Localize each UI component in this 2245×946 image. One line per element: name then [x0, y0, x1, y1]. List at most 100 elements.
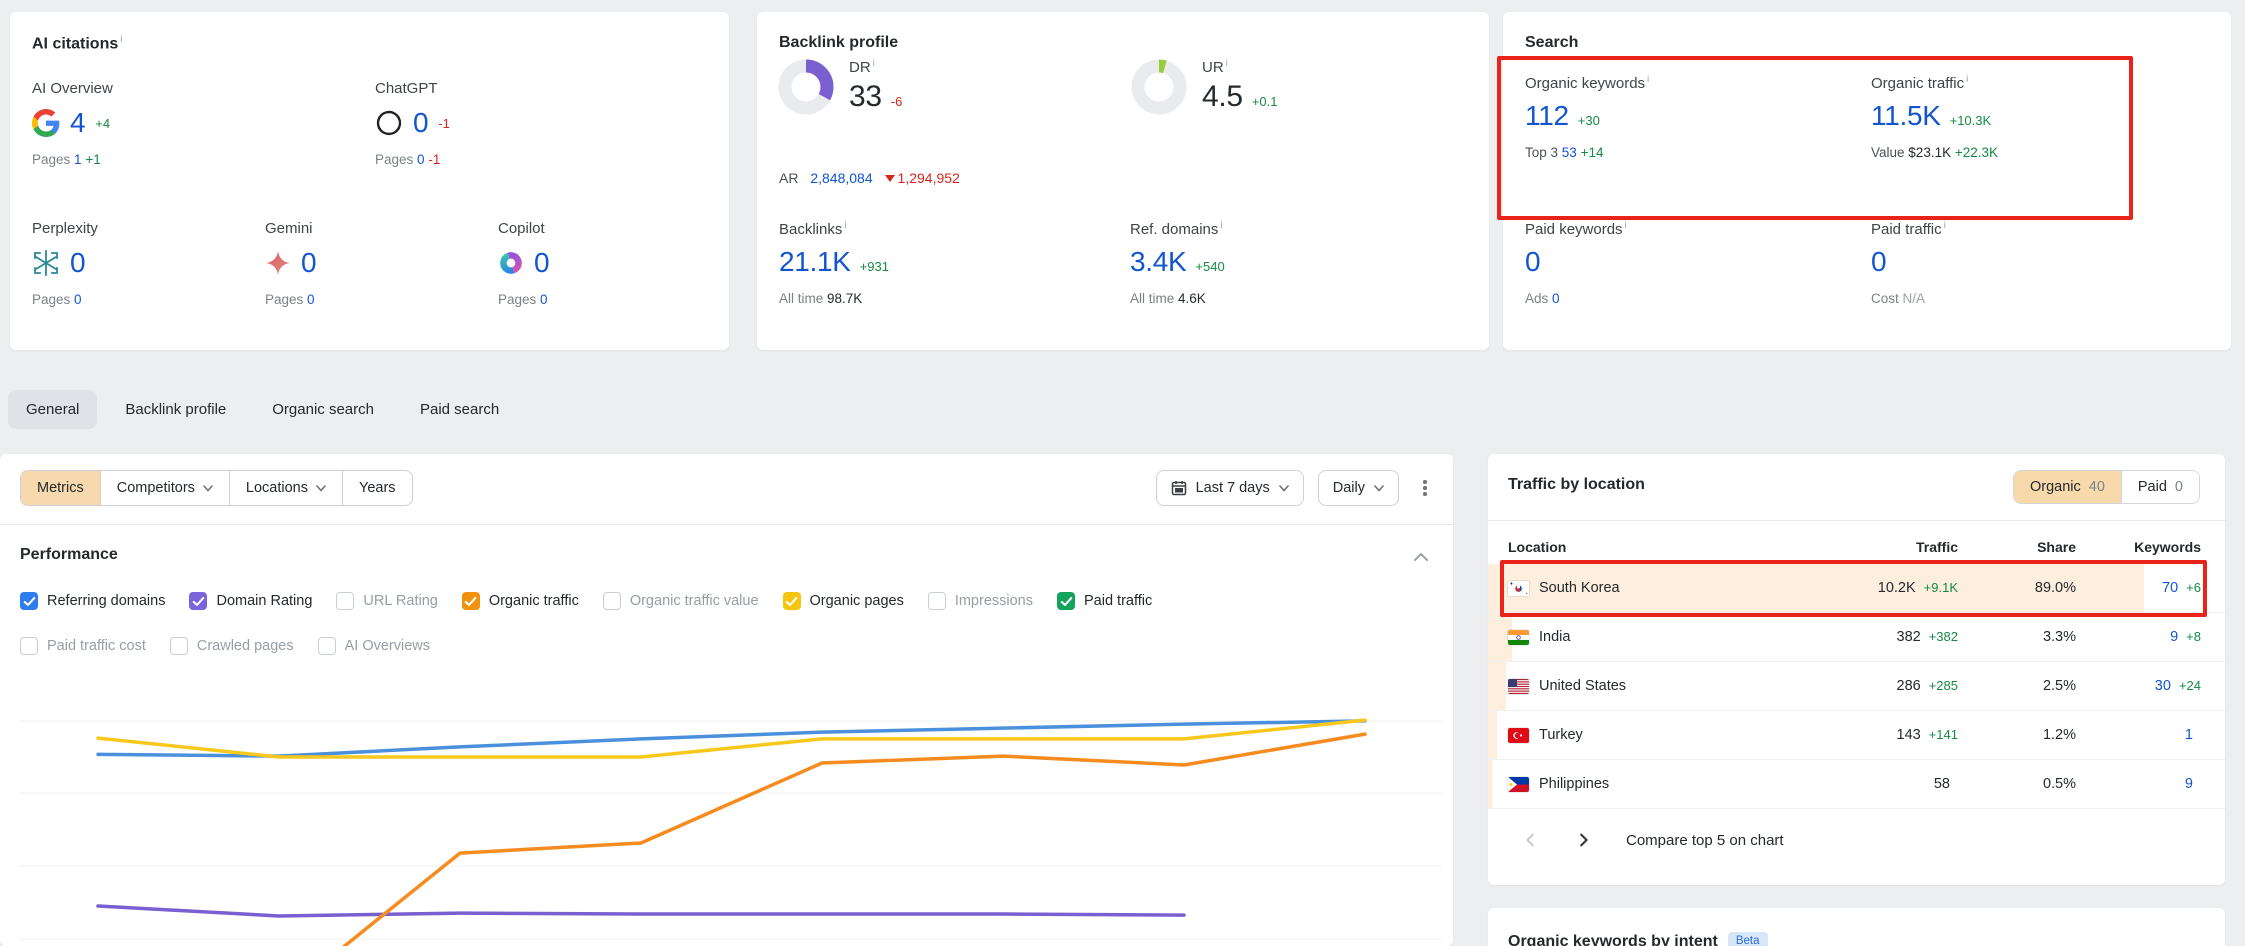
- table-row-south-korea[interactable]: South Korea 10.2K+9.1K 89.0% 70+6: [1488, 564, 2225, 613]
- chatgpt-pages: Pages 0 -1: [375, 152, 450, 167]
- checkbox-domain-rating[interactable]: Domain Rating: [189, 592, 312, 610]
- paid-keywords-block: Paid keywordsi 0 Ads 0: [1525, 220, 1627, 306]
- info-icon[interactable]: i: [844, 220, 846, 231]
- info-icon[interactable]: i: [1944, 220, 1946, 231]
- checkbox-impressions[interactable]: Impressions: [928, 592, 1033, 610]
- openai-icon: [375, 109, 403, 137]
- flag-india: [1508, 630, 1529, 645]
- info-icon[interactable]: i: [1647, 74, 1649, 85]
- column-share[interactable]: Share: [1958, 539, 2076, 555]
- perplexity-icon: [32, 249, 60, 277]
- checkbox-icon: [20, 637, 38, 655]
- dr-block: DRi 33 -6: [777, 58, 902, 116]
- filter-years[interactable]: Years: [342, 471, 412, 505]
- tab-general[interactable]: General: [8, 390, 97, 429]
- checkbox-referring-domains[interactable]: Referring domains: [20, 592, 165, 610]
- column-traffic[interactable]: Traffic: [1808, 539, 1958, 555]
- ai-overview-value: 4: [70, 107, 85, 139]
- prev-page-icon[interactable]: [1522, 831, 1540, 849]
- divider: [0, 524, 1453, 525]
- column-location[interactable]: Location: [1508, 539, 1808, 555]
- paid-keywords-value[interactable]: 0: [1525, 246, 1540, 278]
- filter-metrics[interactable]: Metrics: [21, 471, 100, 505]
- flag-turkey: [1508, 728, 1529, 743]
- backlinks-delta: +931: [860, 259, 889, 274]
- info-icon[interactable]: i: [120, 34, 122, 45]
- table-row-philippines[interactable]: Philippines 58 0.5% 9: [1488, 760, 2225, 809]
- ai-overview-pages: Pages 1 +1: [32, 152, 113, 167]
- search-title: Search: [1525, 34, 1578, 52]
- organic-traffic-block: Organic traffici 11.5K +10.3K Value $23.…: [1871, 74, 1998, 160]
- dr-gauge: [777, 58, 835, 116]
- filter-locations[interactable]: Locations: [229, 471, 342, 505]
- paid-traffic-value[interactable]: 0: [1871, 246, 1886, 278]
- ur-delta: +0.1: [1252, 94, 1278, 109]
- divider: [1488, 520, 2225, 521]
- checkbox-paid-traffic-cost[interactable]: Paid traffic cost: [20, 637, 146, 655]
- backlinks-value[interactable]: 21.1K: [779, 246, 851, 278]
- checkbox-organic-traffic[interactable]: Organic traffic: [462, 592, 579, 610]
- metric-checkbox-row-1: Referring domains Domain Rating URL Rati…: [20, 592, 1152, 610]
- organic-traffic-value[interactable]: 11.5K: [1871, 100, 1941, 132]
- backlinks-block: Backlinksi 21.1K +931 All time 98.7K: [779, 220, 889, 306]
- backlink-profile-title: Backlink profile: [779, 34, 898, 52]
- info-icon[interactable]: i: [1966, 74, 1968, 85]
- checkbox-icon: [462, 592, 480, 610]
- chevron-up-icon[interactable]: [1413, 552, 1429, 561]
- checkbox-icon: [928, 592, 946, 610]
- table-row-india[interactable]: India 382+382 3.3% 9+8: [1488, 613, 2225, 662]
- copilot-icon: [498, 250, 524, 276]
- checkbox-icon: [603, 592, 621, 610]
- filter-competitors[interactable]: Competitors: [100, 471, 229, 505]
- table-row-turkey[interactable]: Turkey 143+141 1.2% 1: [1488, 711, 2225, 760]
- ref-domains-value[interactable]: 3.4K: [1130, 246, 1186, 278]
- chevron-down-icon: [1279, 485, 1289, 492]
- ref-domains-delta: +540: [1195, 259, 1224, 274]
- copilot-value: 0: [534, 247, 549, 279]
- checkbox-organic-pages[interactable]: Organic pages: [783, 592, 904, 610]
- ai-item-perplexity: Perplexity 0 Pages 0: [32, 220, 98, 307]
- info-icon[interactable]: i: [873, 58, 875, 69]
- chevron-down-icon: [316, 485, 326, 492]
- checkbox-icon: [336, 592, 354, 610]
- report-tabs: General Backlink profile Organic search …: [8, 390, 517, 429]
- granularity-button[interactable]: Daily: [1318, 470, 1399, 506]
- flag-philippines: [1508, 777, 1529, 792]
- date-range-button[interactable]: Last 7 days: [1156, 470, 1304, 506]
- column-keywords[interactable]: Keywords: [2076, 539, 2201, 555]
- tab-backlink-profile[interactable]: Backlink profile: [107, 390, 244, 429]
- checkbox-crawled-pages[interactable]: Crawled pages: [170, 637, 294, 655]
- table-row-united-states[interactable]: United States 286+285 2.5% 30+24: [1488, 662, 2225, 711]
- ai-item-chatgpt: ChatGPT 0 -1 Pages 0: [375, 80, 450, 167]
- compare-top5-link[interactable]: Compare top 5 on chart: [1626, 832, 1784, 849]
- checkbox-url-rating[interactable]: URL Rating: [336, 592, 437, 610]
- beta-badge: Beta: [1728, 932, 1768, 946]
- performance-title: Performance: [20, 546, 118, 564]
- info-icon[interactable]: i: [1226, 58, 1228, 69]
- toggle-organic[interactable]: Organic 40: [2014, 471, 2121, 503]
- performance-chart[interactable]: [20, 660, 1442, 946]
- backlink-profile-card: Backlink profile DRi 33 -6 AR 2,848,084 …: [757, 12, 1489, 350]
- dr-value: 33: [849, 80, 882, 114]
- next-page-icon[interactable]: [1574, 831, 1592, 849]
- kebab-menu-icon[interactable]: [1413, 478, 1437, 499]
- ar-value: 2,848,084: [810, 170, 872, 186]
- checkbox-icon: [1057, 592, 1075, 610]
- info-icon[interactable]: i: [1625, 220, 1627, 231]
- table-header: Location Traffic Share Keywords: [1488, 531, 2225, 563]
- tab-organic-search[interactable]: Organic search: [254, 390, 392, 429]
- tab-paid-search[interactable]: Paid search: [402, 390, 517, 429]
- checkbox-icon: [318, 637, 336, 655]
- arrow-down-icon: [885, 175, 895, 182]
- organic-keywords-value[interactable]: 112: [1525, 100, 1569, 132]
- checkbox-icon: [783, 592, 801, 610]
- share-bar: [1488, 760, 1492, 808]
- checkbox-paid-traffic[interactable]: Paid traffic: [1057, 592, 1152, 610]
- ai-item-ai-overview: AI Overview 4 +4 Pages 1 +1: [32, 80, 113, 167]
- ar-row: AR 2,848,084 1,294,952: [779, 170, 960, 186]
- checkbox-organic-traffic-value[interactable]: Organic traffic value: [603, 592, 759, 610]
- checkbox-ai-overviews[interactable]: AI Overviews: [318, 637, 430, 655]
- gemini-value: 0: [301, 247, 316, 279]
- info-icon[interactable]: i: [1220, 220, 1222, 231]
- toggle-paid[interactable]: Paid 0: [2121, 471, 2199, 503]
